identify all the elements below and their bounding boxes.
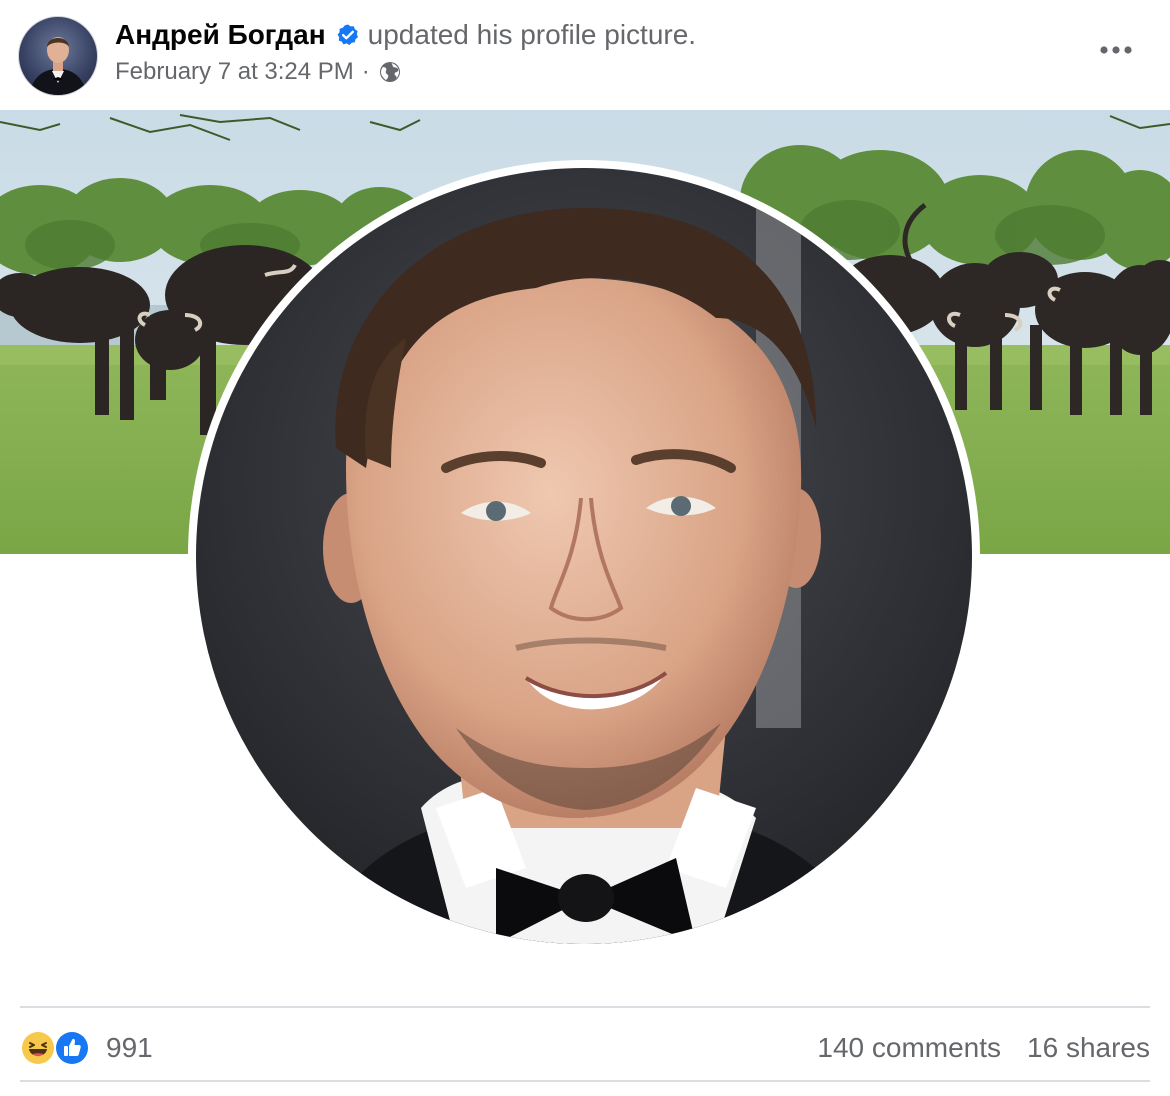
- author-line: Андрей Богдан updated his profile pictur…: [115, 16, 696, 54]
- divider-top: [20, 1006, 1150, 1008]
- verified-badge-icon: [336, 23, 360, 47]
- post-header: Андрей Богдан updated his profile pictur…: [0, 0, 1170, 110]
- reaction-count: 991: [106, 1032, 153, 1063]
- reactions-summary[interactable]: 991: [20, 1026, 153, 1070]
- post-meta: February 7 at 3:24 PM ·: [115, 58, 696, 86]
- divider-bottom: [20, 1080, 1150, 1082]
- comments-count-link[interactable]: 140 comments: [817, 1032, 1001, 1064]
- more-options-icon: [1098, 42, 1134, 60]
- reaction-icons: [20, 1028, 96, 1068]
- post-header-text: Андрей Богдан updated his profile pictur…: [115, 16, 696, 86]
- profile-photo: [196, 168, 972, 944]
- author-name[interactable]: Андрей Богдан: [115, 19, 326, 51]
- meta-separator: ·: [361, 58, 370, 85]
- haha-reaction-icon: [20, 1030, 56, 1066]
- more-options-button[interactable]: [1096, 36, 1136, 66]
- post-timestamp[interactable]: February 7 at 3:24 PM: [115, 58, 354, 86]
- shares-count-link[interactable]: 16 shares: [1027, 1032, 1150, 1064]
- engagement-counts: 140 comments 16 shares: [817, 1026, 1150, 1070]
- author-avatar[interactable]: [18, 16, 98, 96]
- post-media[interactable]: [0, 110, 1170, 1005]
- globe-icon[interactable]: [378, 60, 402, 84]
- post-action-text: updated his profile picture.: [367, 19, 697, 50]
- like-reaction-icon: [54, 1030, 90, 1066]
